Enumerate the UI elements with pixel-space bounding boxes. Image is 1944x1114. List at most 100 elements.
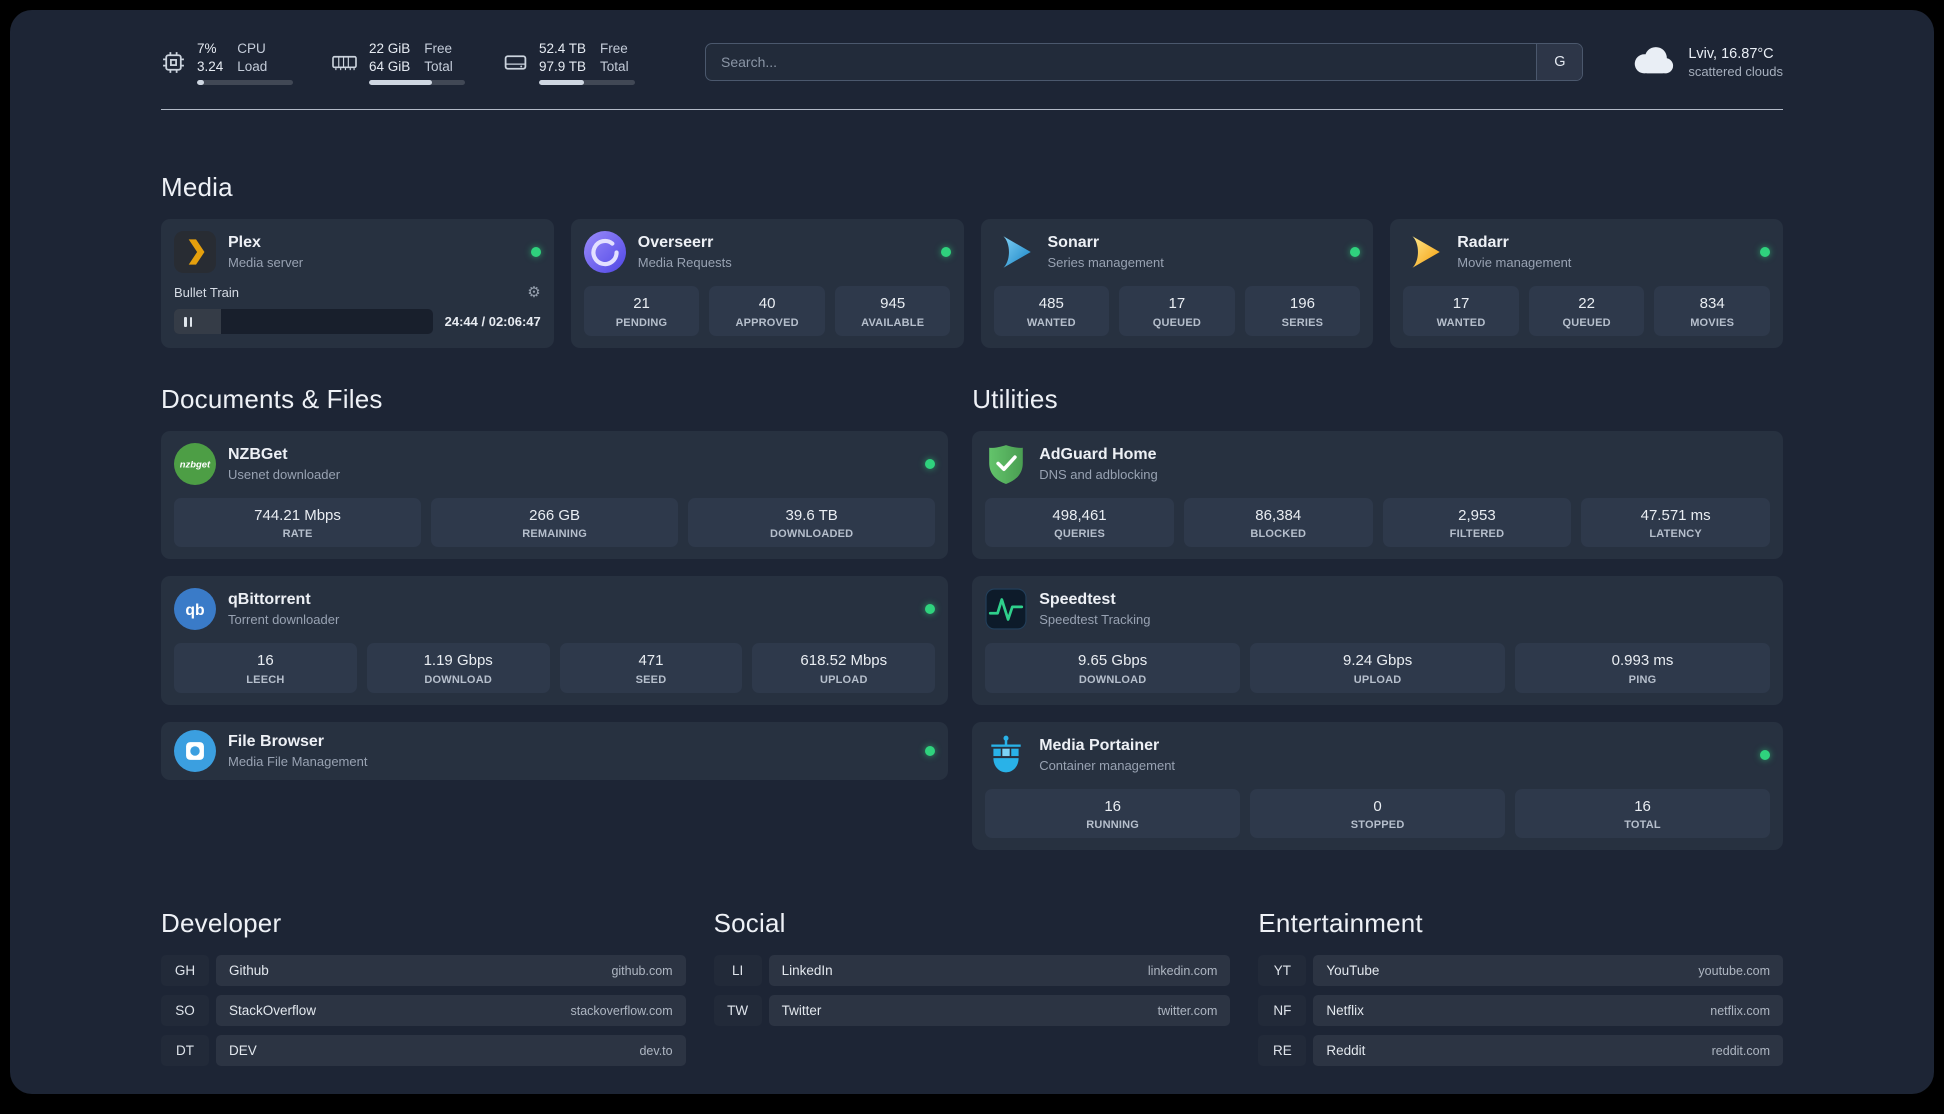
bookmark-youtube[interactable]: YT YouTube youtube.com — [1258, 955, 1783, 987]
svg-text:qb: qb — [185, 602, 204, 619]
status-indicator — [1760, 247, 1770, 258]
bookmark-abbr: YT — [1258, 955, 1306, 986]
stat-label: LATENCY — [1649, 528, 1702, 541]
status-indicator — [1350, 247, 1361, 258]
bookmark-stackoverflow[interactable]: SO StackOverflow stackoverflow.com — [161, 995, 686, 1027]
service-name: Sonarr — [1047, 234, 1100, 252]
settings-icon[interactable]: ⚙ — [527, 285, 540, 300]
bookmark-dev[interactable]: DT DEV dev.to — [161, 1035, 686, 1067]
bookmark-linkedin[interactable]: LI LinkedIn linkedin.com — [714, 955, 1231, 987]
stat-tile: 618.52 Mbps UPLOAD — [752, 643, 936, 693]
now-playing-title: Bullet Train — [174, 285, 240, 301]
cpu-widget: 7% 3.24 CPU Load — [161, 40, 293, 85]
service-card-portainer[interactable]: Media Portainer Container management 16 … — [972, 721, 1783, 851]
stat-value: 498,461 — [1052, 506, 1107, 524]
stat-tile: 498,461 QUERIES — [985, 497, 1174, 548]
bookmark-netflix[interactable]: NF Netflix netflix.com — [1258, 995, 1783, 1027]
disk-usage-bar — [539, 80, 635, 85]
cpu-label-bottom: Load — [237, 58, 268, 74]
bookmark-name: Twitter — [781, 1003, 822, 1019]
section-title-entertainment: Entertainment — [1258, 908, 1423, 939]
seek-bar[interactable] — [174, 309, 433, 335]
stat-value: 471 — [638, 652, 664, 670]
stat-value: 9.24 Gbps — [1342, 652, 1413, 670]
bookmark-name: Github — [229, 963, 269, 979]
cpu-label-top: CPU — [237, 41, 266, 56]
bookmark-group-entertainment: Entertainment YT YouTube youtube.com NF … — [1258, 908, 1783, 1075]
stat-value: 16 — [257, 652, 274, 670]
stat-label: PENDING — [615, 316, 668, 329]
search-provider-button[interactable]: G — [1536, 44, 1583, 81]
stat-label: LEECH — [246, 673, 285, 686]
section-documents: Documents & Files nzbget NZBGet Usenet d… — [161, 383, 949, 851]
speedtest-icon — [985, 588, 1027, 630]
stat-tile: 16 RUNNING — [985, 788, 1241, 839]
bookmark-github[interactable]: GH Github github.com — [161, 955, 686, 987]
bookmarks: Developer GH Github github.com SO StackO… — [161, 908, 1783, 1075]
service-desc: Media server — [228, 255, 304, 271]
bookmark-name: Reddit — [1326, 1043, 1366, 1059]
stat-label: APPROVED — [735, 316, 799, 329]
bookmark-twitter[interactable]: TW Twitter twitter.com — [714, 995, 1231, 1027]
stat-value: 21 — [633, 295, 650, 313]
qbittorrent-icon: qb — [174, 588, 216, 631]
plex-now-playing: Bullet Train ⚙ 24:44 / 02:06:47 — [174, 285, 541, 335]
stat-label: DOWNLOAD — [424, 673, 492, 686]
section-title-utilities: Utilities — [972, 383, 1058, 414]
service-card-radarr[interactable]: Radarr Movie management 17 WANTED 22 QUE… — [1390, 219, 1783, 348]
bookmark-url: reddit.com — [1711, 1043, 1770, 1058]
service-card-filebrowser[interactable]: File Browser Media File Management — [161, 721, 949, 780]
bookmark-reddit[interactable]: RE Reddit reddit.com — [1258, 1035, 1783, 1067]
cloud-icon — [1629, 45, 1675, 80]
stat-label: MOVIES — [1690, 316, 1735, 329]
service-card-qbittorrent[interactable]: qb qBittorrent Torrent downloader 16 LEE… — [161, 576, 949, 705]
stat-label: WANTED — [1026, 316, 1076, 329]
service-card-speedtest[interactable]: Speedtest Speedtest Tracking 9.65 Gbps D… — [972, 576, 1783, 705]
status-indicator — [925, 458, 936, 469]
search-input[interactable] — [706, 44, 1537, 81]
stat-label: UPLOAD — [1353, 673, 1402, 686]
stat-tile: 0 STOPPED — [1250, 788, 1506, 839]
service-desc: Media Requests — [637, 255, 732, 271]
nzbget-icon: nzbget — [174, 442, 216, 485]
service-name: File Browser — [228, 732, 325, 750]
memory-widget: 22 GiB 64 GiB Free Total — [331, 40, 465, 85]
service-name: NZBGet — [228, 445, 288, 463]
middle-columns: Documents & Files nzbget NZBGet Usenet d… — [161, 384, 1783, 851]
section-title-social: Social — [713, 908, 786, 939]
cpu-usage-bar — [197, 80, 293, 85]
service-card-nzbget[interactable]: nzbget NZBGet Usenet downloader 744.21 M… — [161, 430, 949, 560]
seek-progress — [174, 309, 221, 335]
bookmark-url: twitter.com — [1157, 1003, 1218, 1018]
stat-tile: 40 APPROVED — [709, 286, 825, 336]
stat-label: TOTAL — [1624, 819, 1661, 832]
topbar-divider — [161, 108, 1783, 111]
dashboard-frame: 7% 3.24 CPU Load 22 GiB 64 GiB Free Tota… — [10, 10, 1934, 1094]
stat-tile: 17 QUEUED — [1119, 286, 1235, 336]
stat-label: BLOCKED — [1250, 528, 1307, 541]
stat-tile: 21 PENDING — [583, 286, 700, 336]
status-indicator — [925, 604, 936, 615]
radarr-icon — [1403, 231, 1445, 273]
stat-value: 86,384 — [1255, 506, 1302, 524]
service-card-adguard[interactable]: AdGuard Home DNS and adblocking 498,461 … — [972, 430, 1783, 560]
service-desc: Container management — [1039, 757, 1176, 773]
stat-value: 618.52 Mbps — [800, 652, 888, 670]
bookmark-name: Netflix — [1326, 1003, 1364, 1019]
cpu-icon — [161, 50, 186, 75]
service-card-overseerr[interactable]: Overseerr Media Requests 21 PENDING 40 A… — [570, 219, 964, 348]
stat-label: PING — [1628, 673, 1657, 686]
plex-icon — [174, 231, 216, 274]
svg-text:nzbget: nzbget — [180, 459, 211, 470]
service-card-plex[interactable]: Plex Media server Bullet Train ⚙ 24:44 /… — [161, 219, 554, 348]
section-title-documents: Documents & Files — [161, 383, 383, 414]
stat-value: 16 — [1104, 797, 1121, 815]
stat-value: 945 — [880, 295, 906, 313]
stat-tile: 1.19 Gbps DOWNLOAD — [366, 643, 550, 693]
pause-button[interactable] — [184, 316, 192, 327]
service-card-sonarr[interactable]: Sonarr Series management 485 WANTED 17 Q… — [980, 219, 1374, 348]
stat-label: DOWNLOAD — [1078, 673, 1147, 686]
stat-tile: 744.21 Mbps RATE — [174, 497, 422, 548]
cpu-percent: 7% — [197, 41, 217, 56]
status-indicator — [940, 247, 951, 258]
